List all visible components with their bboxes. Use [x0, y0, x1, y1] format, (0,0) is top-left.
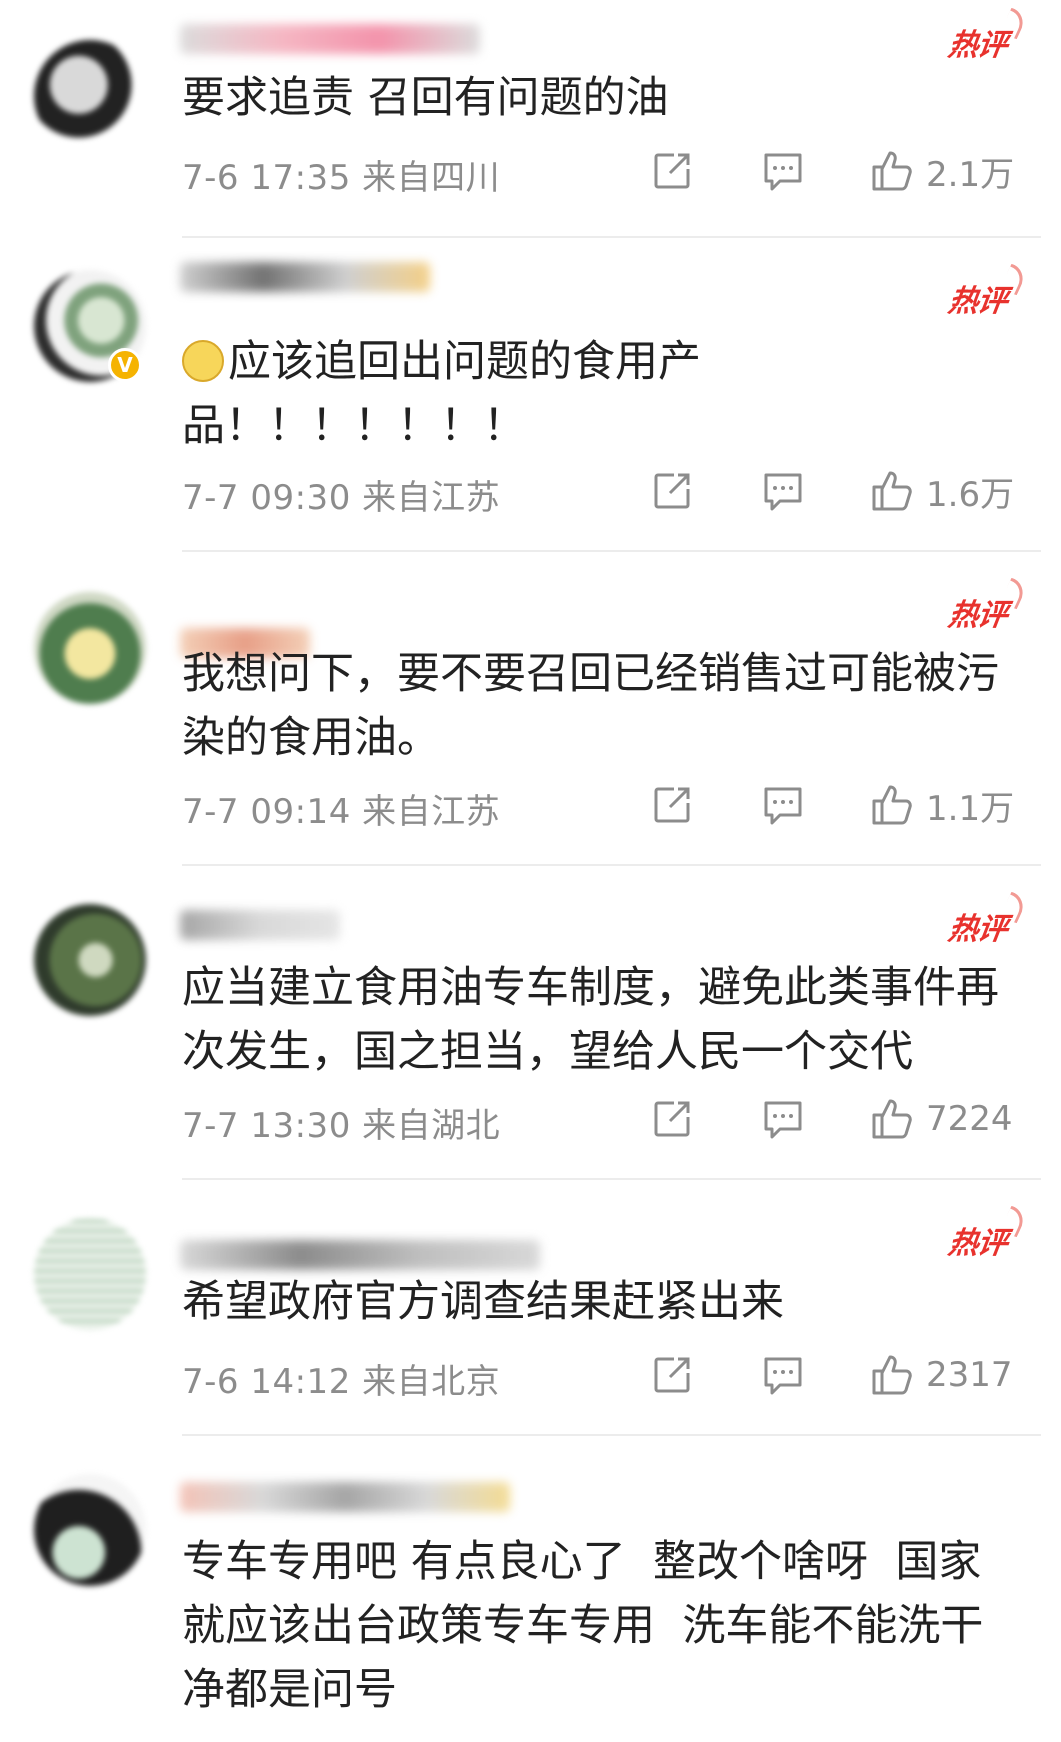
- comment-location: 来自江苏: [362, 792, 501, 832]
- username[interactable]: [180, 262, 430, 292]
- comment-time: 7-6 14:12: [182, 1362, 351, 1402]
- share-icon: [654, 473, 690, 509]
- comment-icon: [764, 153, 802, 191]
- comment-actions: 1.1万: [650, 780, 1030, 830]
- username[interactable]: [180, 910, 340, 940]
- comment-meta: 7-6 14:12 来自北京: [182, 1354, 500, 1403]
- comment-location: 来自湖北: [362, 1106, 501, 1146]
- comment-actions: 2317: [650, 1350, 1030, 1400]
- like-count: 2.1万: [926, 154, 1015, 195]
- share-button[interactable]: [650, 780, 694, 830]
- reply-button[interactable]: [760, 1350, 806, 1400]
- avatar[interactable]: [34, 1474, 146, 1586]
- reply-button[interactable]: [760, 780, 806, 830]
- avatar[interactable]: [34, 904, 146, 1016]
- avatar[interactable]: [34, 40, 146, 152]
- thumbs-up-icon: [872, 1355, 912, 1395]
- thumbs-up-icon: [872, 785, 912, 825]
- divider: [182, 236, 1041, 238]
- comment-icon: [764, 787, 802, 825]
- comment-meta: 7-6 17:35 来自四川: [182, 150, 500, 199]
- username[interactable]: [180, 24, 480, 54]
- comment-text: 应当建立食用油专车制度，避免此类事件再 次发生，国之担当，望给人民一个交代: [182, 963, 999, 1077]
- comment-meta: 7-7 13:30 来自湖北: [182, 1098, 500, 1147]
- comment-actions: 7224: [650, 1094, 1030, 1144]
- share-icon: [654, 787, 690, 823]
- comment-icon: [764, 473, 802, 511]
- thumbs-up-icon: [872, 471, 912, 511]
- comment-actions: 2.1万: [650, 146, 1030, 196]
- share-button[interactable]: [650, 466, 694, 516]
- username[interactable]: [180, 1482, 510, 1512]
- comment-text: 要求追责 召回有问题的油: [182, 73, 669, 123]
- divider: [182, 1434, 1041, 1436]
- like-button[interactable]: 2317: [870, 1350, 1013, 1400]
- reply-button[interactable]: [760, 466, 806, 516]
- hot-badge: 热评: [946, 20, 1010, 64]
- hot-badge: 热评: [946, 276, 1010, 320]
- like-button[interactable]: 1.1万: [870, 780, 1014, 830]
- comment-actions: 1.6万: [650, 466, 1030, 516]
- share-button[interactable]: [650, 1350, 694, 1400]
- comment-text: 希望政府官方调查结果赶紧出来: [182, 1277, 784, 1327]
- reply-button[interactable]: [760, 1094, 806, 1144]
- hot-badge: 热评: [946, 590, 1010, 634]
- share-button[interactable]: [650, 1094, 694, 1144]
- comment-icon: [764, 1101, 802, 1139]
- thumbs-up-icon: [872, 1099, 912, 1139]
- comment-location: 来自四川: [362, 158, 501, 198]
- like-count: 1.1万: [926, 788, 1015, 829]
- comment-location: 来自江苏: [362, 478, 501, 518]
- divider: [182, 1178, 1041, 1180]
- like-count: 1.6万: [926, 474, 1015, 515]
- like-button[interactable]: 2.1万: [870, 146, 1014, 196]
- hot-badge: 热评: [946, 904, 1010, 948]
- hot-badge: 热评: [946, 1218, 1010, 1262]
- share-icon: [654, 1357, 690, 1393]
- like-button[interactable]: 1.6万: [870, 466, 1014, 516]
- comment-icon: [764, 1357, 802, 1395]
- like-button[interactable]: 7224: [870, 1094, 1013, 1144]
- share-button[interactable]: [650, 146, 694, 196]
- comment-time: 7-6 17:35: [182, 158, 351, 198]
- share-icon: [654, 1101, 690, 1137]
- avatar[interactable]: [34, 1218, 146, 1330]
- comment-meta: 7-7 09:30 来自江苏: [182, 470, 500, 519]
- comment-text: 专车专用吧 有点良心了 整改个啥呀 国家 就应该出台政策专车专用 洗车能不能洗干…: [182, 1537, 984, 1715]
- sweat-smile-emoji-icon: [182, 340, 224, 382]
- comment-meta: 7-7 09:14 来自江苏: [182, 784, 500, 833]
- like-count: 2317: [926, 1355, 1013, 1395]
- username[interactable]: [180, 1240, 540, 1270]
- like-count: 7224: [926, 1099, 1013, 1139]
- reply-button[interactable]: [760, 146, 806, 196]
- comment-time: 7-7 09:30: [182, 478, 351, 518]
- comment-time: 7-7 13:30: [182, 1106, 351, 1146]
- comment-text: 我想问下，要不要召回已经销售过可能被污 染的食用油。: [182, 649, 999, 763]
- avatar[interactable]: [34, 592, 146, 704]
- verified-badge-icon: V: [108, 348, 142, 382]
- share-icon: [654, 153, 690, 189]
- comment-time: 7-7 09:14: [182, 792, 351, 832]
- divider: [182, 864, 1041, 866]
- thumbs-up-icon: [872, 151, 912, 191]
- comment-location: 来自北京: [362, 1362, 501, 1402]
- divider: [182, 550, 1041, 552]
- comment-text: 应该追回出问题的食用产 品！！！！！！！: [182, 337, 701, 451]
